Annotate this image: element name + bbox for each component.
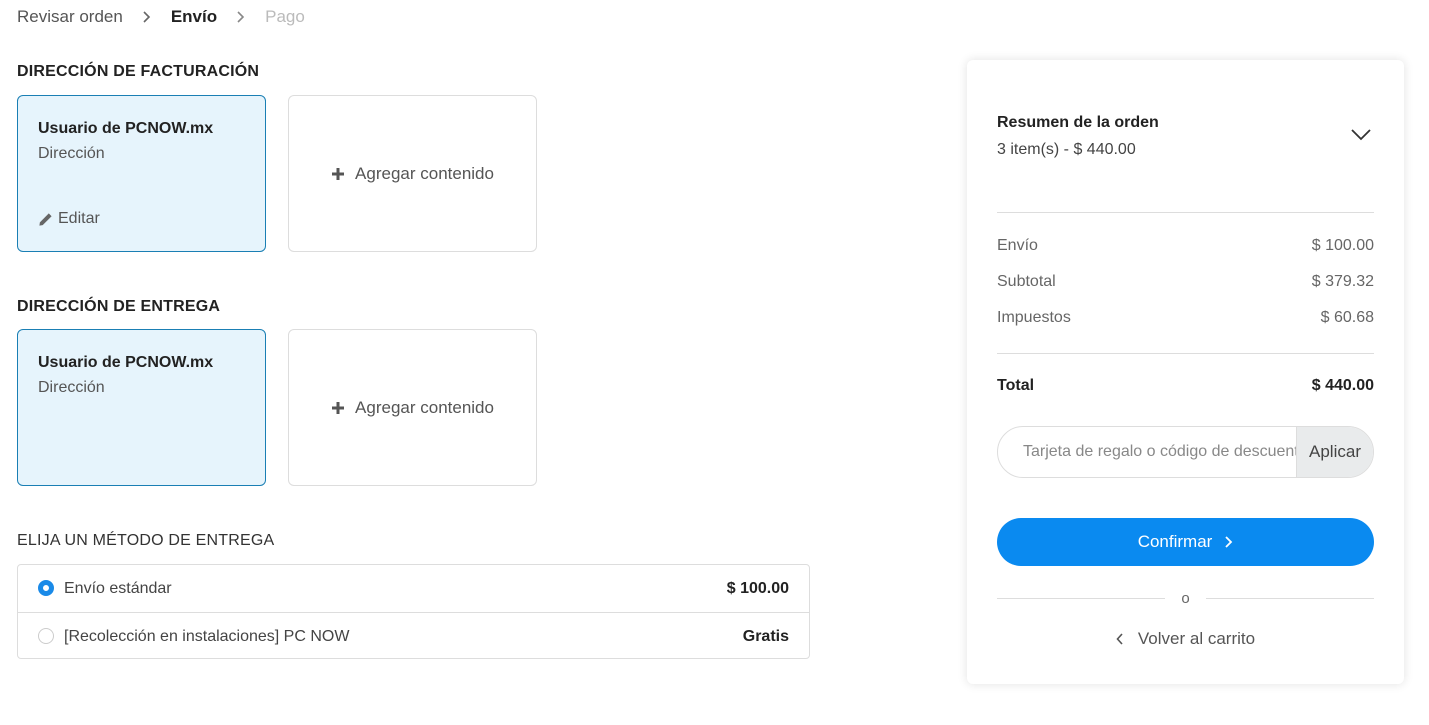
summary-value: $ 60.68	[1320, 309, 1374, 326]
chevron-down-icon[interactable]	[1350, 128, 1372, 142]
breadcrumb-payment: Pago	[265, 7, 305, 26]
summary-label: Envío	[997, 237, 1038, 254]
chevron-right-icon	[231, 7, 251, 27]
breadcrumb-shipping: Envío	[170, 7, 218, 26]
summary-row-shipping: Envío $ 100.00	[997, 237, 1374, 255]
summary-row-subtotal: Subtotal $ 379.32	[997, 273, 1374, 291]
address-line: Dirección	[38, 379, 105, 396]
shipping-option-standard[interactable]: Envío estándar $ 100.00	[18, 565, 809, 612]
edit-address-button[interactable]: Editar	[38, 210, 100, 228]
summary-row-taxes: Impuestos $ 60.68	[997, 309, 1374, 327]
pencil-icon	[39, 212, 52, 226]
delivery-address-card[interactable]: Usuario de PCNOW.mx Dirección	[17, 329, 266, 486]
address-line: Dirección	[38, 145, 105, 162]
radio-button[interactable]	[38, 628, 54, 644]
confirm-label: Confirmar	[1137, 532, 1213, 551]
edit-label: Editar	[58, 210, 100, 227]
apply-coupon-button[interactable]: Aplicar	[1296, 427, 1373, 477]
plus-icon	[332, 401, 345, 414]
back-to-cart-label: Volver al carrito	[1137, 629, 1256, 648]
order-summary-items: 3 item(s) - $ 440.00	[997, 141, 1136, 158]
coupon-field: Aplicar	[997, 426, 1374, 478]
add-content-label: Agregar contenido	[355, 163, 494, 183]
add-content-label: Agregar contenido	[355, 397, 494, 417]
shipping-method-title: ELIJA UN MÉTODO DE ENTREGA	[17, 532, 275, 549]
shipping-option-pickup[interactable]: [Recolección en instalaciones] PC NOW Gr…	[18, 612, 809, 660]
shipping-option-label: [Recolección en instalaciones] PC NOW	[64, 627, 350, 645]
confirm-button[interactable]: Confirmar	[997, 518, 1374, 566]
chevron-right-icon	[137, 7, 157, 27]
plus-icon	[332, 167, 345, 180]
chevron-right-icon	[1225, 536, 1233, 548]
summary-row-total: Total $ 440.00	[997, 377, 1374, 395]
address-name: Usuario de PCNOW.mx	[38, 354, 214, 371]
or-separator: o	[997, 588, 1374, 608]
or-label: o	[1181, 589, 1190, 607]
shipping-option-label: Envío estándar	[64, 579, 172, 597]
summary-label: Impuestos	[997, 309, 1071, 326]
summary-value: $ 379.32	[1311, 273, 1374, 290]
billing-address-title: DIRECCIÓN DE FACTURACIÓN	[17, 63, 260, 80]
total-value: $ 440.00	[1311, 377, 1374, 394]
delivery-address-title: DIRECCIÓN DE ENTREGA	[17, 298, 221, 315]
back-to-cart-link[interactable]: Volver al carrito	[997, 629, 1374, 649]
shipping-method-list: Envío estándar $ 100.00 [Recolección en …	[17, 564, 810, 659]
coupon-input[interactable]	[998, 427, 1296, 477]
divider	[997, 212, 1374, 213]
billing-address-card[interactable]: Usuario de PCNOW.mx Dirección Editar	[17, 95, 266, 252]
shipping-option-price: Gratis	[742, 627, 789, 645]
order-summary-panel: Resumen de la orden 3 item(s) - $ 440.00…	[967, 60, 1404, 684]
address-name: Usuario de PCNOW.mx	[38, 120, 214, 137]
order-summary-title: Resumen de la orden	[997, 114, 1159, 131]
shipping-option-price: $ 100.00	[726, 579, 789, 597]
add-delivery-address-button[interactable]: Agregar contenido	[288, 329, 537, 486]
divider	[997, 353, 1374, 354]
total-label: Total	[997, 377, 1035, 394]
add-billing-address-button[interactable]: Agregar contenido	[288, 95, 537, 252]
divider	[997, 597, 1166, 599]
summary-value: $ 100.00	[1311, 237, 1374, 254]
summary-label: Subtotal	[997, 273, 1056, 290]
breadcrumb-review-order[interactable]: Revisar orden	[17, 7, 123, 27]
radio-button-selected[interactable]	[38, 580, 54, 596]
divider	[1205, 597, 1374, 599]
breadcrumb: Revisar orden Envío Pago	[17, 6, 305, 28]
chevron-left-icon	[1116, 633, 1123, 645]
